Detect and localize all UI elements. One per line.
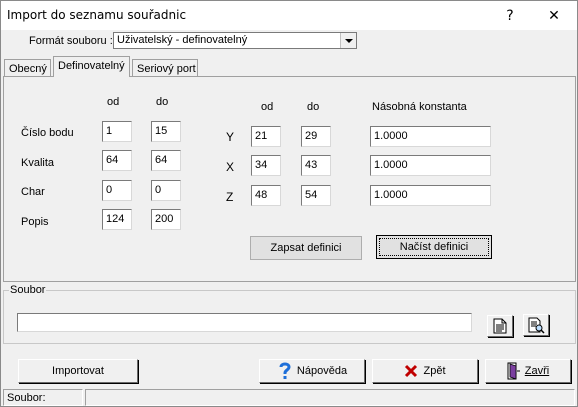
importovat-button[interactable]: Importovat (18, 359, 138, 383)
y-do-input[interactable]: 29 (301, 126, 331, 147)
help-title-button[interactable]: ? (487, 1, 533, 30)
format-select-value: Uživatelský - definovatelný (117, 34, 248, 46)
x-konstanta-input[interactable]: 1.0000 (370, 155, 491, 176)
row-label-cislo-bodu: Číslo bodu (21, 127, 74, 139)
tab-definovatelny[interactable]: Definovatelný (53, 56, 130, 77)
right-header-od: od (261, 101, 274, 113)
chevron-down-icon (344, 38, 353, 43)
kvalita-od-input[interactable]: 64 (102, 150, 132, 171)
row-label-popis: Popis (21, 216, 49, 228)
cislo-bodu-do-input[interactable]: 15 (151, 121, 181, 142)
tab-obecny-label: Obecný (9, 63, 47, 75)
status-file-label-cell: Soubor: (3, 389, 83, 406)
char-od-input[interactable]: 0 (102, 180, 132, 201)
zavri-label: Zavři (524, 365, 550, 377)
format-select[interactable]: Uživatelský - definovatelný (113, 32, 357, 49)
char-do-input[interactable]: 0 (151, 180, 181, 201)
zavri-button[interactable]: Zavři (485, 359, 571, 383)
y-od-input[interactable]: 21 (251, 126, 281, 147)
right-header-nasobna-konstanta: Násobná konstanta (372, 101, 467, 113)
cislo-bodu-od-input[interactable]: 1 (102, 121, 132, 142)
close-icon: ✕ (548, 7, 560, 24)
close-title-button[interactable]: ✕ (531, 1, 577, 30)
popis-do-input[interactable]: 200 (151, 209, 181, 230)
importovat-label: Importovat (52, 365, 104, 377)
format-label: Formát souboru : (29, 35, 113, 47)
row-label-kvalita: Kvalita (21, 157, 55, 169)
y-konstanta-input[interactable]: 1.0000 (370, 126, 491, 147)
question-icon: ? (506, 7, 514, 24)
x-do-input[interactable]: 43 (301, 155, 331, 176)
view-file-button[interactable] (523, 314, 549, 336)
row-label-char: Char (21, 186, 45, 198)
browse-file-button[interactable] (487, 315, 513, 337)
left-header-do: do (156, 96, 169, 108)
zpet-label: Zpět (423, 365, 446, 377)
help-icon (279, 362, 291, 379)
left-header-od: od (107, 96, 120, 108)
zapsat-definici-label: Zapsat definici (270, 242, 342, 254)
row-label-z: Z (226, 190, 234, 204)
kvalita-do-input[interactable]: 64 (151, 150, 181, 171)
right-header-do: do (307, 101, 320, 113)
row-label-y: Y (226, 130, 235, 144)
z-od-input[interactable]: 48 (251, 185, 281, 206)
tab-definovatelny-label: Definovatelný (58, 60, 125, 72)
file-group-title: Soubor (9, 284, 47, 296)
cross-icon (405, 364, 418, 378)
x-od-input[interactable]: 34 (251, 155, 281, 176)
zapsat-definici-button[interactable]: Zapsat definici (250, 236, 362, 260)
zpet-button[interactable]: Zpět (372, 359, 478, 383)
tab-seriovy-port-label: Seriový port (137, 63, 196, 75)
file-path-input[interactable] (17, 313, 472, 332)
status-file-value-cell (85, 389, 575, 406)
popis-od-input[interactable]: 124 (102, 209, 132, 230)
nacist-definici-button[interactable]: Načíst definici (376, 235, 492, 259)
document-icon (493, 318, 507, 334)
file-preview-icon (528, 317, 545, 334)
import-dialog: Import do seznamu souřadnic ? ✕ Formát s… (0, 0, 578, 407)
nacist-definici-label: Načíst definici (399, 241, 469, 253)
napoveda-button[interactable]: Nápověda (259, 359, 365, 383)
status-file-label: Soubor: (7, 392, 46, 404)
title-bar: Import do seznamu souřadnic ? ✕ (1, 1, 577, 30)
z-do-input[interactable]: 54 (301, 185, 331, 206)
exit-door-icon (507, 362, 520, 380)
z-konstanta-input[interactable]: 1.0000 (370, 185, 491, 206)
format-select-arrow[interactable] (340, 33, 356, 48)
napoveda-label: Nápověda (296, 365, 348, 377)
row-label-x: X (226, 160, 235, 174)
window-title: Import do seznamu souřadnic (7, 8, 187, 22)
